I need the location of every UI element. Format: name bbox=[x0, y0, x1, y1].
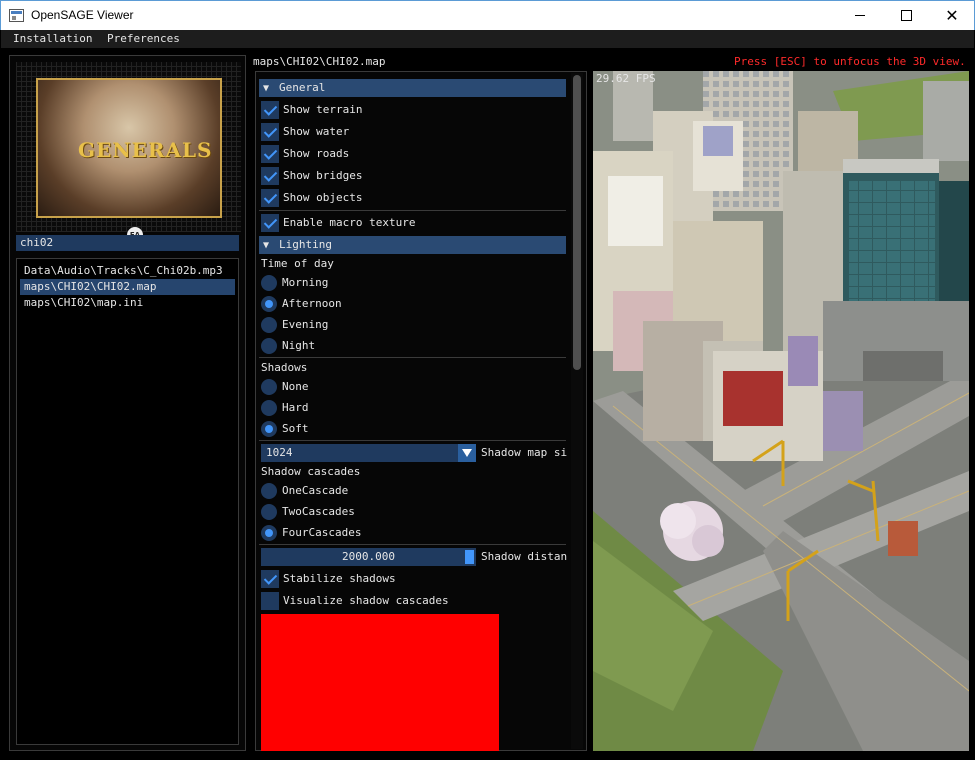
settings-scrollbar[interactable] bbox=[571, 73, 583, 749]
unfocus-hint: Press [ESC] to unfocus the 3D view. bbox=[734, 55, 966, 68]
maximize-button[interactable] bbox=[883, 1, 929, 30]
menu-installation[interactable]: Installation bbox=[13, 32, 92, 45]
checkbox-label: Show water bbox=[283, 125, 350, 138]
general-header-label: General bbox=[279, 81, 326, 94]
game-art-banner: GENERALS EA bbox=[16, 62, 241, 243]
city-scene-render bbox=[593, 71, 969, 751]
separator bbox=[259, 440, 566, 441]
chevron-down-icon: ▼ bbox=[263, 83, 270, 94]
shadow-map-size-value: 1024 bbox=[266, 446, 293, 459]
shadow-map-size-label: Shadow map si bbox=[481, 446, 567, 459]
radio-off-icon[interactable] bbox=[261, 379, 277, 395]
radio-on-icon[interactable] bbox=[261, 421, 277, 437]
checkbox-checked-icon[interactable] bbox=[261, 145, 279, 163]
window-title: OpenSAGE Viewer bbox=[31, 8, 134, 22]
separator bbox=[259, 544, 566, 545]
checkbox-checked-icon[interactable] bbox=[261, 570, 279, 588]
radio-label: Soft bbox=[282, 422, 309, 435]
checkbox-checked-icon[interactable] bbox=[261, 189, 279, 207]
dropdown-arrow-icon[interactable] bbox=[458, 444, 476, 462]
radio-on-icon[interactable] bbox=[261, 296, 277, 312]
file-list: Data\Audio\Tracks\C_Chi02b.mp3 maps\CHI0… bbox=[16, 258, 239, 745]
separator bbox=[259, 357, 566, 358]
shadow-map-preview bbox=[261, 614, 499, 751]
app-window-icon bbox=[9, 9, 24, 22]
radio-off-icon[interactable] bbox=[261, 400, 277, 416]
radio-off-icon[interactable] bbox=[261, 275, 277, 291]
slider-grab-handle[interactable] bbox=[465, 550, 474, 564]
settings-scrollbar-thumb[interactable] bbox=[573, 75, 581, 370]
title-bar: OpenSAGE Viewer ✕ bbox=[0, 0, 975, 30]
general-section-header[interactable]: ▼ General bbox=[259, 79, 566, 97]
radio-label: None bbox=[282, 380, 309, 393]
radio-label: OneCascade bbox=[282, 484, 349, 497]
radio-on-icon[interactable] bbox=[261, 525, 277, 541]
shadow-map-size-select[interactable]: 1024 bbox=[261, 444, 476, 462]
menu-bar: Installation Preferences bbox=[1, 30, 974, 48]
time-of-day-label: Time of day bbox=[261, 257, 334, 270]
checkbox-checked-icon[interactable] bbox=[261, 167, 279, 185]
file-list-item[interactable]: maps\CHI02\map.ini bbox=[20, 295, 235, 311]
installation-panel: GENERALS EA chi02 Data\Audio\Tracks\C_Ch… bbox=[9, 55, 246, 751]
checkbox-label: Show terrain bbox=[283, 103, 363, 116]
radio-off-icon[interactable] bbox=[261, 338, 277, 354]
separator bbox=[259, 210, 566, 211]
checkbox-checked-icon[interactable] bbox=[261, 214, 279, 232]
close-icon: ✕ bbox=[945, 5, 959, 25]
radio-off-icon[interactable] bbox=[261, 317, 277, 333]
radio-label: TwoCascades bbox=[282, 505, 355, 518]
checkbox-label: Visualize shadow cascades bbox=[283, 594, 449, 607]
close-button[interactable]: ✕ bbox=[929, 1, 975, 30]
checkbox-label: Stabilize shadows bbox=[283, 572, 396, 585]
checkbox-label: Show bridges bbox=[283, 169, 363, 182]
radio-label: Night bbox=[282, 339, 316, 352]
radio-off-icon[interactable] bbox=[261, 483, 277, 499]
file-search-input[interactable]: chi02 bbox=[16, 235, 239, 251]
generals-box-art: GENERALS bbox=[36, 78, 222, 218]
shadow-cascades-label: Shadow cascades bbox=[261, 465, 361, 478]
checkbox-label: Show objects bbox=[283, 191, 363, 204]
checkbox-label: Enable macro texture bbox=[283, 216, 416, 229]
3d-map-viewport[interactable] bbox=[593, 71, 969, 751]
checkbox-checked-icon[interactable] bbox=[261, 123, 279, 141]
shadows-label: Shadows bbox=[261, 361, 308, 374]
lighting-section-header[interactable]: ▼ Lighting bbox=[259, 236, 566, 254]
radio-label: Morning bbox=[282, 276, 329, 289]
checkbox-unchecked-icon[interactable] bbox=[261, 592, 279, 610]
checkbox-label: Show roads bbox=[283, 147, 350, 160]
shadow-distance-slider[interactable]: 2000.000 bbox=[261, 548, 476, 566]
shadow-distance-value: 2000.000 bbox=[342, 550, 395, 563]
shadow-distance-label: Shadow distan bbox=[481, 550, 567, 563]
lighting-header-label: Lighting bbox=[279, 238, 332, 251]
map-path-label: maps\CHI02\CHI02.map bbox=[253, 55, 386, 68]
generals-logo: GENERALS bbox=[78, 138, 213, 162]
menu-preferences[interactable]: Preferences bbox=[107, 32, 180, 45]
file-list-item-selected[interactable]: maps\CHI02\CHI02.map bbox=[20, 279, 235, 295]
radio-label: FourCascades bbox=[282, 526, 362, 539]
checkbox-checked-icon[interactable] bbox=[261, 101, 279, 119]
radio-label: Evening bbox=[282, 318, 329, 331]
fps-counter: 29.62 FPS bbox=[596, 72, 656, 85]
minimize-button[interactable] bbox=[837, 1, 883, 30]
chevron-down-icon: ▼ bbox=[263, 240, 270, 251]
radio-label: Hard bbox=[282, 401, 309, 414]
file-list-item[interactable]: Data\Audio\Tracks\C_Chi02b.mp3 bbox=[20, 263, 235, 279]
radio-off-icon[interactable] bbox=[261, 504, 277, 520]
radio-label: Afternoon bbox=[282, 297, 342, 310]
